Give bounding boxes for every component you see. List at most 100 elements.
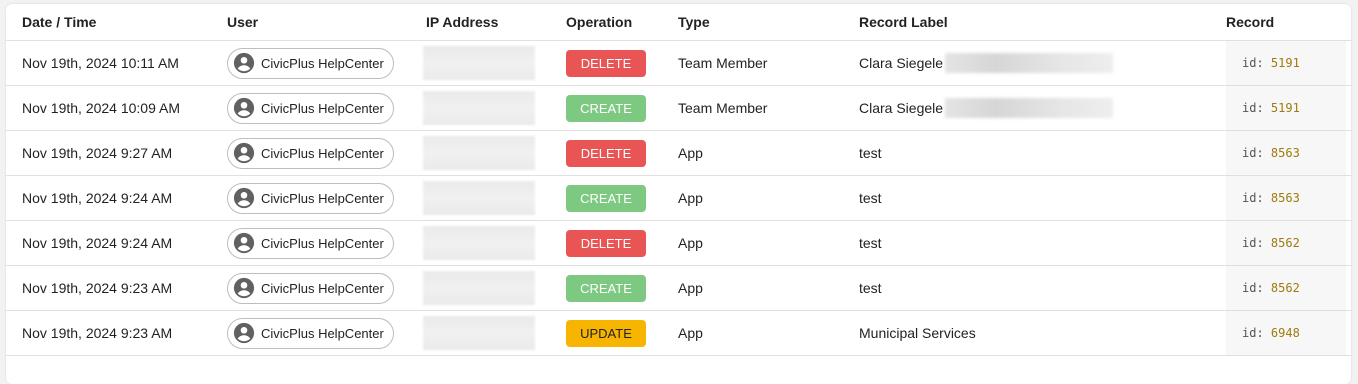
type-cell: App	[678, 310, 859, 356]
ip-cell	[423, 85, 566, 131]
record-label-text: test	[859, 190, 882, 206]
table-row[interactable]: Nov 19th, 2024 9:27 AM CivicPlus HelpCen…	[6, 130, 1351, 176]
column-header-date[interactable]: Date / Time	[6, 4, 227, 41]
operation-cell: DELETE	[566, 40, 678, 86]
ip-cell	[423, 40, 566, 86]
record-label-text: Municipal Services	[859, 325, 976, 341]
record-id: 8562	[1270, 281, 1300, 295]
record-id-code[interactable]: id: 8562	[1226, 221, 1346, 265]
table-row[interactable]: Nov 19th, 2024 9:24 AM CivicPlus HelpCen…	[6, 175, 1351, 221]
column-header-record-label[interactable]: Record Label	[859, 4, 1226, 41]
table-body: Nov 19th, 2024 10:11 AM CivicPlus HelpCe…	[6, 40, 1351, 356]
column-header-user[interactable]: User	[227, 4, 426, 41]
ip-redacted	[423, 226, 535, 260]
date-text: Nov 19th, 2024 9:27 AM	[22, 145, 173, 161]
table-row[interactable]: Nov 19th, 2024 10:11 AM CivicPlus HelpCe…	[6, 40, 1351, 86]
ip-redacted	[423, 316, 535, 350]
record-id-code[interactable]: id: 8563	[1226, 176, 1346, 220]
type-text: App	[678, 235, 703, 251]
record-label-redacted	[945, 98, 1114, 118]
table-header-row: Date / Time User IP Address Operation Ty…	[6, 4, 1351, 41]
date-text: Nov 19th, 2024 10:09 AM	[22, 100, 180, 116]
type-text: Team Member	[678, 100, 768, 116]
operation-badge: CREATE	[566, 184, 646, 212]
table-row[interactable]: Nov 19th, 2024 9:23 AM CivicPlus HelpCen…	[6, 310, 1351, 356]
user-cell: CivicPlus HelpCenter	[227, 175, 426, 221]
operation-cell: DELETE	[566, 220, 678, 266]
operation-cell: CREATE	[566, 85, 678, 131]
user-chip[interactable]: CivicPlus HelpCenter	[227, 317, 394, 349]
operation-badge: DELETE	[566, 49, 646, 77]
record-key: id:	[1242, 281, 1264, 295]
record-cell: id: 8562	[1226, 265, 1351, 311]
user-chip[interactable]: CivicPlus HelpCenter	[227, 92, 394, 124]
date-cell: Nov 19th, 2024 9:24 AM	[6, 175, 227, 221]
date-text: Nov 19th, 2024 9:23 AM	[22, 325, 173, 341]
record-id: 8563	[1270, 191, 1300, 205]
operation-badge: UPDATE	[566, 319, 646, 347]
ip-redacted	[423, 46, 535, 80]
user-chip[interactable]: CivicPlus HelpCenter	[227, 227, 394, 259]
record-id-code[interactable]: id: 5191	[1226, 86, 1346, 130]
date-text: Nov 19th, 2024 9:24 AM	[22, 235, 173, 251]
ip-cell	[423, 175, 566, 221]
date-text: Nov 19th, 2024 9:23 AM	[22, 280, 173, 296]
record-label-text: Clara Siegele	[859, 55, 944, 71]
record-key: id:	[1242, 236, 1264, 250]
ip-redacted	[423, 136, 535, 170]
column-header-ip[interactable]: IP Address	[426, 4, 566, 41]
ip-cell	[423, 310, 566, 356]
column-header-operation[interactable]: Operation	[566, 4, 678, 41]
record-id: 5191	[1270, 56, 1300, 70]
type-text: Team Member	[678, 55, 768, 71]
operation-cell: UPDATE	[566, 310, 678, 356]
column-header-record[interactable]: Record	[1226, 4, 1351, 41]
table-row[interactable]: Nov 19th, 2024 9:23 AM CivicPlus HelpCen…	[6, 265, 1351, 311]
record-id: 6948	[1270, 326, 1300, 340]
operation-badge: CREATE	[566, 274, 646, 302]
ip-redacted	[423, 271, 535, 305]
operation-cell: DELETE	[566, 130, 678, 176]
record-key: id:	[1242, 326, 1264, 340]
account-circle-icon	[233, 322, 255, 344]
record-label-cell: Clara Siegele	[859, 85, 1226, 131]
record-id-code[interactable]: id: 8563	[1226, 131, 1346, 175]
ip-cell	[423, 220, 566, 266]
record-cell: id: 8562	[1226, 220, 1351, 266]
user-chip[interactable]: CivicPlus HelpCenter	[227, 137, 394, 169]
record-cell: id: 5191	[1226, 40, 1351, 86]
record-id-code[interactable]: id: 8562	[1226, 266, 1346, 310]
user-chip[interactable]: CivicPlus HelpCenter	[227, 47, 394, 79]
record-label-cell: test	[859, 265, 1226, 311]
column-header-type[interactable]: Type	[678, 4, 859, 41]
type-cell: Team Member	[678, 85, 859, 131]
type-text: App	[678, 145, 703, 161]
record-label-cell: test	[859, 220, 1226, 266]
user-name: CivicPlus HelpCenter	[261, 325, 384, 341]
audit-log-table: Date / Time User IP Address Operation Ty…	[6, 4, 1351, 356]
audit-log-card: Date / Time User IP Address Operation Ty…	[6, 4, 1351, 384]
user-cell: CivicPlus HelpCenter	[227, 85, 426, 131]
table-row[interactable]: Nov 19th, 2024 9:24 AM CivicPlus HelpCen…	[6, 220, 1351, 266]
date-text: Nov 19th, 2024 10:11 AM	[22, 55, 179, 71]
record-label-cell: test	[859, 175, 1226, 221]
ip-redacted	[423, 181, 535, 215]
record-label-cell: Municipal Services	[859, 310, 1226, 356]
user-cell: CivicPlus HelpCenter	[227, 40, 426, 86]
ip-redacted	[423, 91, 535, 125]
date-cell: Nov 19th, 2024 9:23 AM	[6, 265, 227, 311]
record-id-code[interactable]: id: 5191	[1226, 41, 1346, 85]
user-chip[interactable]: CivicPlus HelpCenter	[227, 272, 394, 304]
record-label-text: test	[859, 145, 882, 161]
user-name: CivicPlus HelpCenter	[261, 280, 384, 296]
table-row[interactable]: Nov 19th, 2024 10:09 AM CivicPlus HelpCe…	[6, 85, 1351, 131]
record-id-code[interactable]: id: 6948	[1226, 311, 1346, 355]
record-label-text: Clara Siegele	[859, 100, 944, 116]
user-chip[interactable]: CivicPlus HelpCenter	[227, 182, 394, 214]
account-circle-icon	[233, 277, 255, 299]
ip-cell	[423, 130, 566, 176]
user-name: CivicPlus HelpCenter	[261, 190, 384, 206]
user-cell: CivicPlus HelpCenter	[227, 265, 426, 311]
record-label-cell: test	[859, 130, 1226, 176]
record-label-redacted	[945, 53, 1114, 73]
